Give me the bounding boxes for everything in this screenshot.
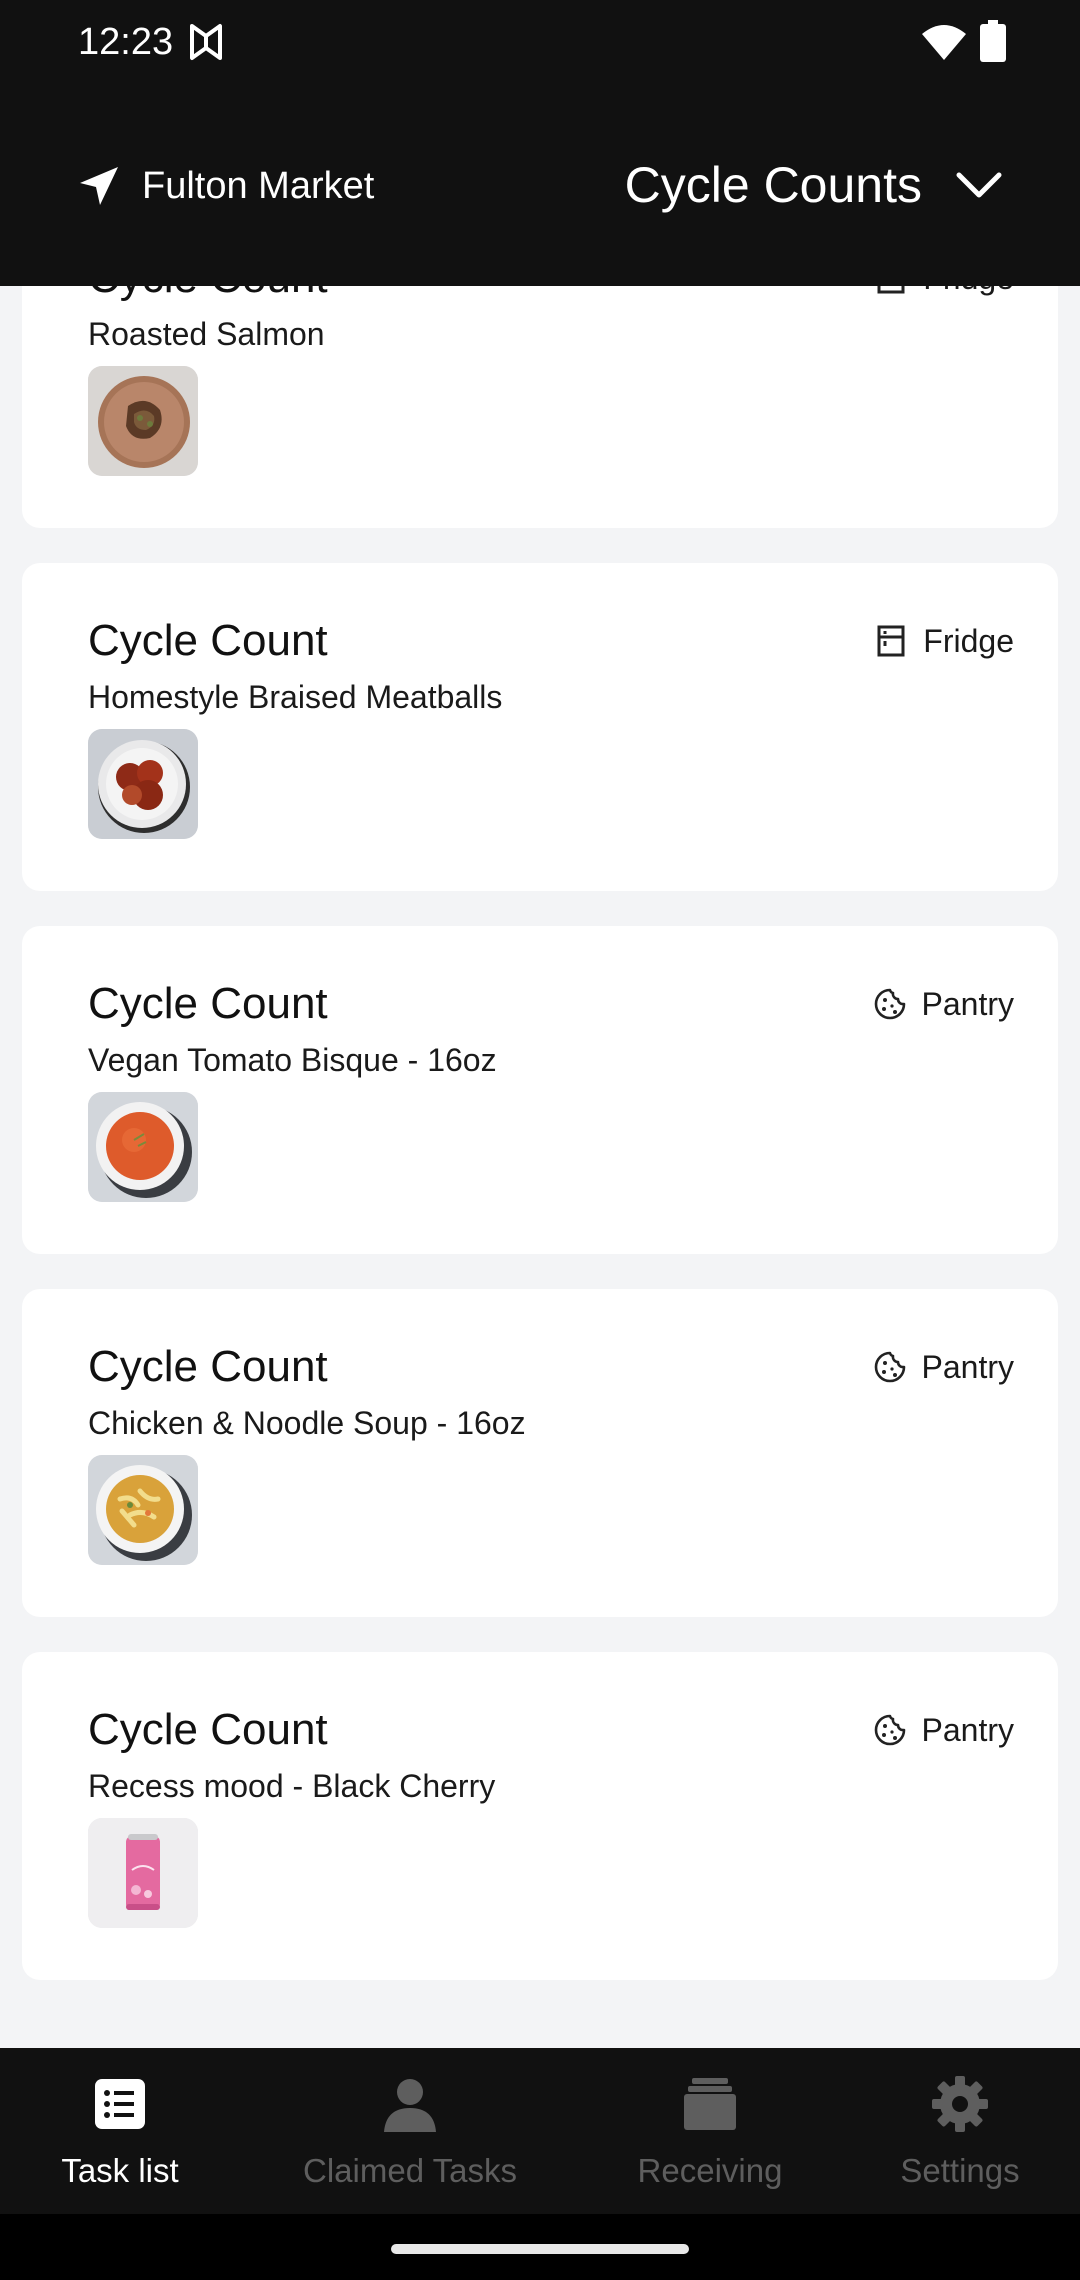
task-title: Cycle Count bbox=[88, 1705, 328, 1754]
location-selector[interactable]: Fulton Market bbox=[78, 160, 374, 212]
battery-icon bbox=[980, 20, 1006, 62]
task-item-name: Roasted Salmon bbox=[88, 316, 325, 352]
task-card[interactable]: Cycle Count Pantry Chicken & Noodle Soup… bbox=[22, 1289, 1058, 1617]
fridge-icon bbox=[877, 286, 905, 294]
task-location: Fridge bbox=[875, 619, 1014, 663]
gear-icon bbox=[932, 2076, 988, 2132]
chevron-down-icon bbox=[956, 172, 1002, 198]
status-bar: 12:23 bbox=[0, 0, 1080, 86]
task-item-name: Recess mood - Black Cherry bbox=[88, 1768, 496, 1804]
nav-claimed-tasks-label: Claimed Tasks bbox=[303, 2152, 517, 2189]
task-card[interactable]: Cycle Count Fridge Homestyle Braised Mea… bbox=[22, 563, 1058, 891]
wifi-icon bbox=[922, 25, 966, 60]
product-thumbnail bbox=[88, 1092, 198, 1202]
product-thumbnail bbox=[88, 729, 198, 839]
task-location: Pantry bbox=[874, 1708, 1014, 1752]
task-title: Cycle Count bbox=[88, 979, 328, 1028]
task-item-name: Homestyle Braised Meatballs bbox=[88, 679, 503, 715]
app-header: 12:23 Fulton Market Cycle Counts bbox=[0, 0, 1080, 286]
cookie-icon bbox=[874, 1714, 905, 1746]
app-notification-icon bbox=[190, 24, 222, 60]
status-time: 12:23 bbox=[78, 21, 174, 63]
view-dropdown[interactable]: Cycle Counts bbox=[625, 155, 1002, 215]
nav-claimed-tasks[interactable]: Claimed Tasks bbox=[280, 2048, 540, 2214]
task-card[interactable]: Cycle Count Pantry Recess mood - Black C… bbox=[22, 1652, 1058, 1980]
stack-icon bbox=[684, 2078, 736, 2130]
nav-task-list[interactable]: Task list bbox=[0, 2048, 240, 2214]
task-card[interactable]: Cycle Count Pantry Vegan Tomato Bisque -… bbox=[22, 926, 1058, 1254]
home-gesture-handle[interactable] bbox=[391, 2244, 689, 2254]
fridge-icon bbox=[877, 625, 905, 657]
navigation-arrow-icon bbox=[80, 167, 118, 205]
product-thumbnail bbox=[88, 366, 198, 476]
person-icon bbox=[384, 2079, 436, 2132]
nav-settings-label: Settings bbox=[900, 2152, 1020, 2189]
system-gesture-bar bbox=[0, 2214, 1080, 2280]
task-card[interactable]: Cycle Count Fridge Roasted Salmon bbox=[22, 286, 1058, 528]
view-dropdown-label: Cycle Counts bbox=[624, 157, 922, 213]
task-location: Fridge bbox=[875, 286, 1014, 300]
task-location-label: Pantry bbox=[921, 1711, 1014, 1748]
product-thumbnail bbox=[88, 1455, 198, 1565]
task-location-label: Fridge bbox=[923, 622, 1014, 659]
nav-task-list-label: Task list bbox=[61, 2152, 179, 2189]
bottom-navigation: Task list Claimed Tasks Receiving Settin… bbox=[0, 2048, 1080, 2214]
cookie-icon bbox=[874, 1351, 905, 1383]
task-title: Cycle Count bbox=[88, 616, 328, 665]
task-list[interactable]: Cycle Count Fridge Roasted Salmon bbox=[0, 286, 1080, 2048]
task-location: Pantry bbox=[874, 1345, 1014, 1389]
location-name: Fulton Market bbox=[142, 164, 375, 207]
nav-settings[interactable]: Settings bbox=[860, 2048, 1060, 2214]
task-list-icon bbox=[95, 2079, 145, 2129]
nav-receiving[interactable]: Receiving bbox=[600, 2048, 820, 2214]
cookie-icon bbox=[874, 988, 905, 1020]
task-title: Cycle Count bbox=[88, 286, 328, 304]
task-location-label: Fridge bbox=[923, 286, 1014, 297]
task-item-name: Vegan Tomato Bisque - 16oz bbox=[88, 1042, 497, 1078]
task-location-label: Pantry bbox=[921, 1348, 1014, 1385]
task-location-label: Pantry bbox=[921, 985, 1014, 1022]
product-thumbnail bbox=[88, 1818, 198, 1928]
nav-receiving-label: Receiving bbox=[637, 2152, 783, 2189]
task-title: Cycle Count bbox=[88, 1342, 328, 1391]
task-item-name: Chicken & Noodle Soup - 16oz bbox=[88, 1405, 526, 1441]
task-location: Pantry bbox=[874, 982, 1014, 1026]
